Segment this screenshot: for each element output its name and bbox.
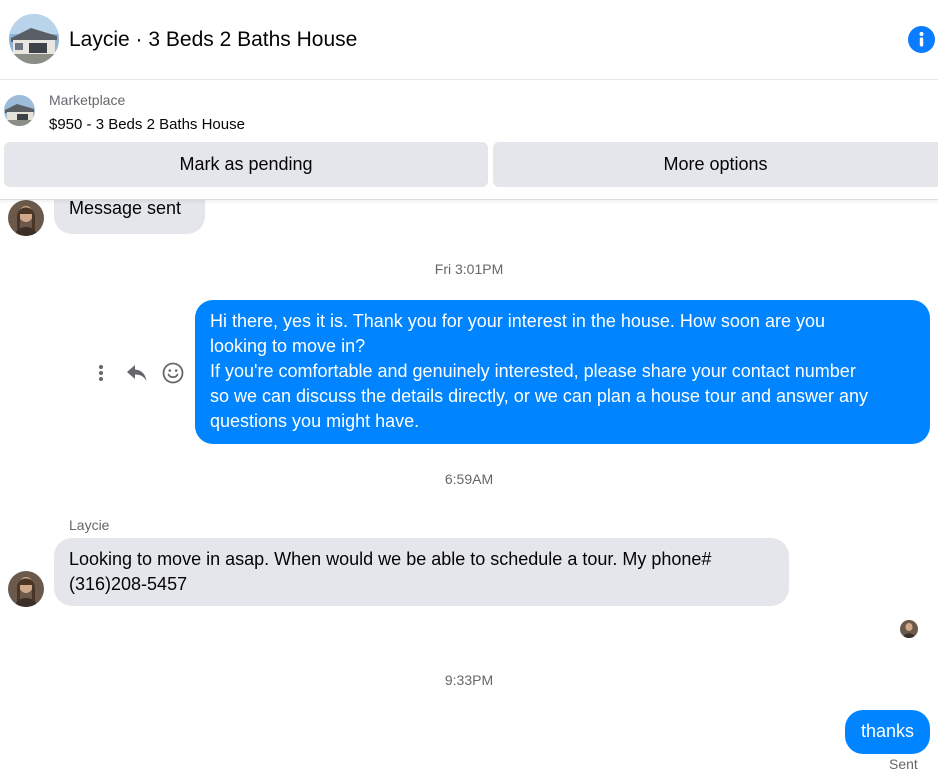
message-line: questions you might have.: [210, 411, 420, 431]
listing-actions: Mark as pending More options: [0, 141, 938, 200]
conversation-header: Laycie · 3 Beds 2 Baths House: [0, 0, 938, 80]
avatar[interactable]: [8, 571, 44, 607]
message-line: (316)208-5457: [69, 574, 188, 594]
emoji-react-icon[interactable]: [158, 358, 188, 388]
incoming-message: Message sent: [54, 200, 205, 234]
timestamp: Fri 3:01PM: [434, 261, 504, 277]
listing-avatar[interactable]: [9, 14, 59, 64]
listing-title: $950 - 3 Beds 2 Baths House: [49, 116, 245, 133]
seen-receipt-avatar: [900, 620, 918, 638]
message-hover-toolbar: [88, 358, 188, 388]
more-options-button[interactable]: More options: [493, 142, 938, 187]
reply-icon[interactable]: [122, 358, 152, 388]
listing-source: Marketplace: [49, 92, 126, 108]
info-icon[interactable]: [908, 26, 935, 53]
conversation-title: Laycie · 3 Beds 2 Baths House: [69, 28, 358, 51]
timestamp: 9:33PM: [444, 672, 494, 688]
incoming-message: Looking to move in asap. When would we b…: [54, 538, 789, 606]
message-text: Message sent: [69, 200, 182, 218]
message-line: so we can discuss the details directly, …: [210, 386, 869, 406]
timestamp: 6:59AM: [444, 471, 494, 487]
outgoing-message: thanks: [845, 710, 930, 754]
message-line: Looking to move in asap. When would we b…: [69, 549, 712, 569]
more-vertical-icon[interactable]: [88, 358, 114, 388]
listing-thumbnail: [4, 95, 35, 126]
message-thread[interactable]: Message sent Fri 3:01PM Hi there, yes it…: [0, 200, 938, 773]
marketplace-listing[interactable]: Marketplace $950 - 3 Beds 2 Baths House: [0, 81, 938, 141]
message-line: If you're comfortable and genuinely inte…: [210, 361, 856, 381]
avatar[interactable]: [8, 200, 44, 236]
mark-as-pending-button[interactable]: Mark as pending: [4, 142, 488, 187]
message-line: looking to move in?: [210, 336, 366, 356]
message-line: Hi there, yes it is. Thank you for your …: [210, 311, 825, 331]
outgoing-message: Hi there, yes it is. Thank you for your …: [195, 300, 930, 444]
sender-name: Laycie: [69, 517, 110, 533]
delivery-status: Sent: [889, 756, 918, 772]
